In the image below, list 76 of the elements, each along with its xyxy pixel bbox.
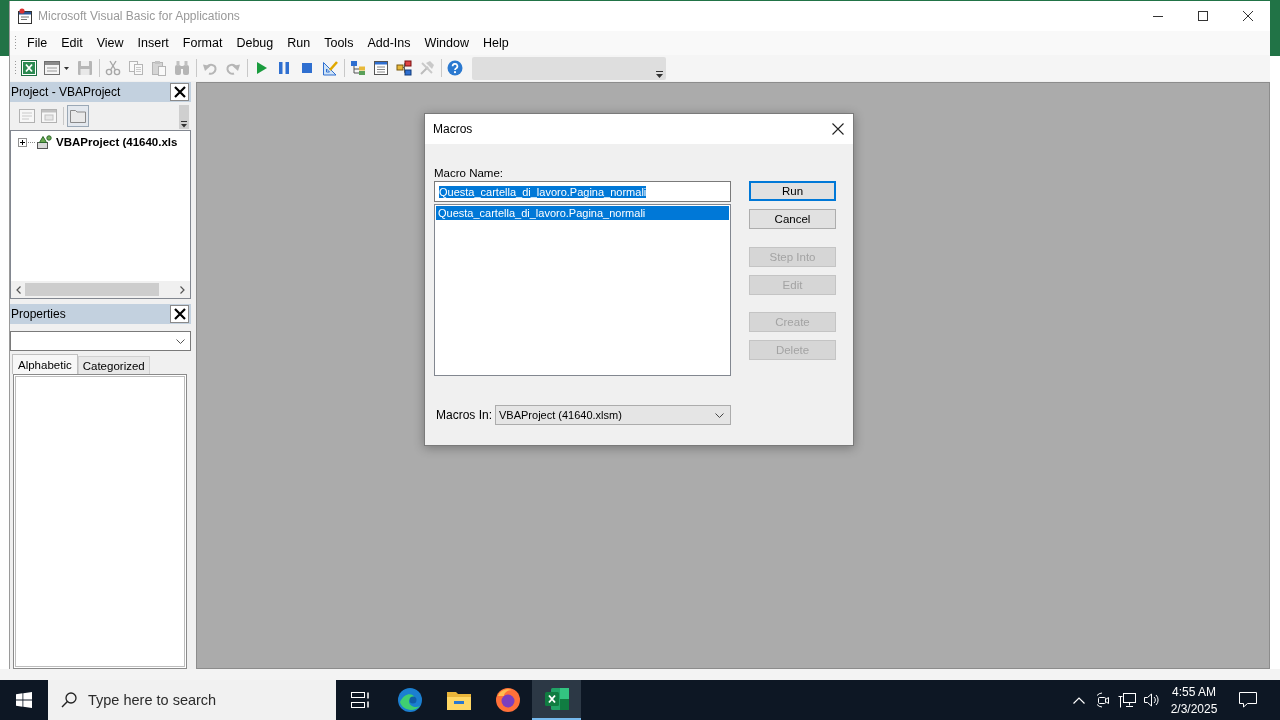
macro-list[interactable]: Questa_cartella_di_lavoro.Pagina_normali bbox=[434, 204, 731, 376]
app-icon bbox=[17, 8, 33, 24]
stop-icon[interactable] bbox=[299, 60, 315, 76]
menu-item[interactable]: Format bbox=[175, 33, 230, 53]
scroll-left-icon[interactable] bbox=[16, 285, 21, 294]
horizontal-scrollbar[interactable] bbox=[11, 281, 190, 298]
macro-list-item[interactable]: Questa_cartella_di_lavoro.Pagina_normali bbox=[436, 206, 729, 220]
maximize-icon[interactable] bbox=[1197, 11, 1208, 21]
tab[interactable]: Alphabetic bbox=[12, 354, 78, 374]
clock-date[interactable]: 2/3/2025 bbox=[1170, 701, 1218, 716]
menu-item[interactable]: Run bbox=[280, 33, 318, 53]
project-icon bbox=[36, 134, 52, 150]
scrollbar-thumb[interactable] bbox=[25, 283, 159, 296]
pane-title: Project - VBAProject bbox=[11, 85, 121, 99]
grip-icon[interactable] bbox=[14, 36, 17, 50]
volume-icon[interactable] bbox=[1143, 692, 1159, 708]
swirl-icon bbox=[397, 688, 422, 712]
close-icon[interactable] bbox=[832, 123, 844, 135]
chevron-down-icon bbox=[176, 338, 185, 344]
close-button[interactable] bbox=[170, 305, 189, 323]
toggle-folders-button[interactable] bbox=[67, 105, 89, 127]
menu-item[interactable]: Help bbox=[475, 33, 516, 53]
form-window-icon bbox=[41, 109, 57, 123]
close-icon bbox=[173, 86, 186, 98]
menu-item[interactable]: Window bbox=[417, 33, 476, 53]
menu-item[interactable]: Debug bbox=[229, 33, 281, 53]
ruler-pencil-icon[interactable] bbox=[322, 60, 338, 76]
dialog-button[interactable]: Cancel bbox=[749, 209, 836, 229]
scroll-right-icon[interactable] bbox=[180, 285, 185, 294]
spreadsheet-icon[interactable] bbox=[21, 60, 37, 76]
tree-view-icon[interactable] bbox=[350, 60, 366, 76]
menu-item[interactable]: Edit bbox=[54, 33, 90, 53]
search-icon[interactable] bbox=[61, 692, 77, 708]
pane-title: Properties bbox=[11, 307, 66, 321]
pause-icon[interactable] bbox=[276, 60, 292, 76]
macros-in-dropdown[interactable]: VBAProject (41640.xlsm) bbox=[495, 405, 731, 425]
menu-item[interactable]: Insert bbox=[130, 33, 176, 53]
close-icon[interactable] bbox=[1242, 11, 1253, 21]
help-icon[interactable] bbox=[447, 60, 463, 76]
object-select-field[interactable] bbox=[10, 331, 191, 351]
window-title: Microsoft Visual Basic for Applications bbox=[38, 9, 240, 23]
code-window-icon bbox=[19, 109, 35, 123]
menu-item[interactable]: File bbox=[20, 33, 55, 53]
toolbar-options-icon[interactable] bbox=[179, 105, 189, 129]
dialog-title: Macros bbox=[433, 122, 473, 136]
macros-in-label: Macros In: bbox=[436, 408, 492, 422]
properties-icon[interactable] bbox=[373, 60, 389, 76]
windows-logo-icon bbox=[16, 692, 32, 708]
fox-icon bbox=[495, 688, 520, 712]
spreadsheet-icon bbox=[544, 688, 569, 710]
folder-icon bbox=[446, 690, 471, 710]
chevron-down-icon bbox=[715, 412, 724, 418]
dialog-button[interactable]: Run bbox=[749, 181, 836, 201]
macro-name-label: Macro Name: bbox=[434, 166, 505, 180]
form-icon[interactable] bbox=[44, 60, 60, 76]
caret-icon[interactable] bbox=[63, 66, 69, 70]
task-view-icon bbox=[350, 692, 371, 708]
menu-item[interactable]: Add-Ins bbox=[360, 33, 418, 53]
chevron-up-icon[interactable] bbox=[1073, 696, 1085, 704]
menu-item[interactable]: Tools bbox=[317, 33, 361, 53]
camera-icon[interactable] bbox=[1095, 692, 1111, 708]
folder-icon bbox=[70, 109, 86, 123]
tree-item[interactable]: VBAProject (41640.xls bbox=[56, 136, 178, 148]
expand-icon[interactable] bbox=[18, 137, 27, 147]
grip-icon[interactable] bbox=[14, 61, 17, 75]
search-field[interactable]: Type here to search bbox=[48, 680, 336, 720]
tab[interactable]: Categorized bbox=[77, 356, 150, 374]
close-button[interactable] bbox=[170, 83, 189, 101]
close-icon bbox=[173, 308, 186, 320]
toolbar-options-icon[interactable] bbox=[655, 69, 663, 78]
network-icon[interactable] bbox=[1118, 692, 1136, 708]
macro-name-field[interactable]: Questa_cartella_di_lavoro.Pagina_normali bbox=[434, 181, 731, 202]
menu-item[interactable]: View bbox=[89, 33, 131, 53]
clock-time[interactable]: 4:55 AM bbox=[1172, 684, 1216, 699]
notification-icon[interactable] bbox=[1238, 692, 1257, 708]
objects-icon[interactable] bbox=[396, 60, 412, 76]
